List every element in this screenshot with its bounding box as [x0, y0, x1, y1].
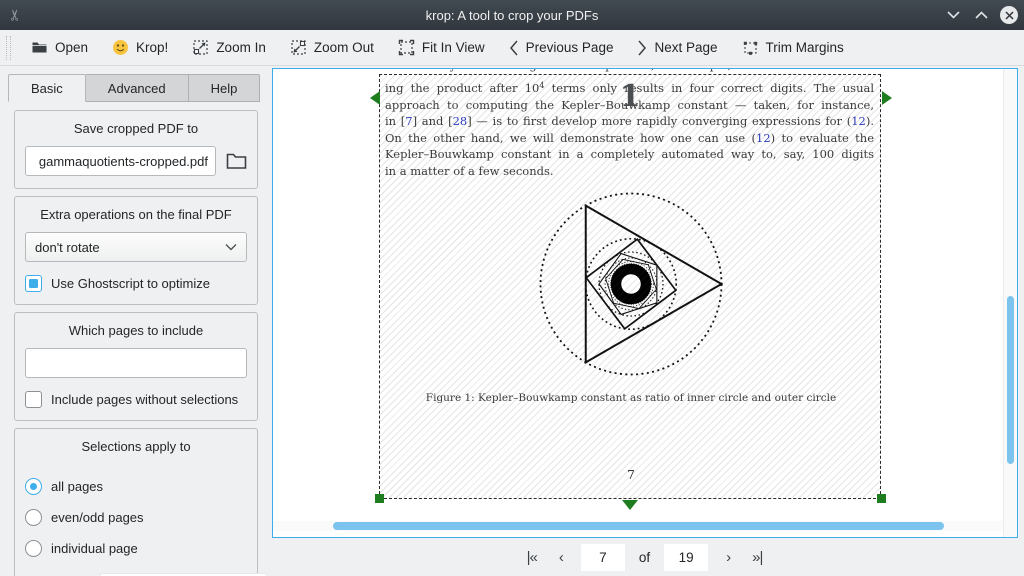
horizontal-scrollbar-thumb[interactable]	[333, 522, 944, 530]
close-button[interactable]	[1000, 6, 1018, 24]
extra-operations-group: Extra operations on the final PDF don't …	[14, 196, 258, 305]
selection-handle-left[interactable]	[370, 91, 380, 105]
pdf-page: sults in very slow convergence of the pr…	[273, 69, 1003, 521]
extra-group-title: Extra operations on the final PDF	[25, 205, 247, 232]
pages-group: Which pages to include Include pages wit…	[14, 312, 258, 421]
page-navigation-bar: |« ‹ of › »|	[265, 538, 1024, 576]
pdf-clipped-line: sults in very slow convergence of the pr…	[385, 69, 874, 73]
pdf-viewer: sults in very slow convergence of the pr…	[272, 68, 1018, 538]
folder-icon	[31, 39, 48, 56]
krop-button[interactable]: Krop!	[100, 33, 180, 63]
radio-even-odd-pages[interactable]: even/odd pages	[25, 509, 247, 526]
pages-include-input[interactable]	[25, 348, 247, 378]
tab-basic[interactable]: Basic	[8, 74, 86, 102]
previous-page-nav-button[interactable]: ‹	[555, 549, 567, 566]
first-page-button[interactable]: |«	[523, 549, 541, 566]
window-titlebar: ✂ krop: A tool to crop your PDFs	[0, 0, 1024, 30]
fit-in-view-icon	[398, 39, 415, 56]
crop-selection[interactable]	[379, 74, 881, 499]
next-page-button[interactable]: Next Page	[625, 33, 729, 63]
zoom-in-button[interactable]: Zoom In	[180, 33, 278, 63]
ghostscript-checkbox-row[interactable]: Use Ghostscript to optimize	[25, 275, 247, 292]
save-group-title: Save cropped PDF to	[25, 119, 247, 146]
horizontal-scrollbar[interactable]	[273, 521, 1003, 531]
ghostscript-checkbox[interactable]	[25, 275, 42, 292]
radio-individual-page[interactable]: individual page	[25, 540, 247, 557]
tab-help[interactable]: Help	[189, 74, 261, 102]
selection-handle-bottom-left[interactable]	[375, 494, 384, 503]
chevron-down-icon	[225, 243, 237, 251]
browse-file-button[interactable]	[226, 152, 247, 170]
total-pages-input[interactable]	[664, 544, 708, 571]
smiley-icon	[112, 39, 129, 56]
save-group: Save cropped PDF to	[14, 110, 258, 189]
folder-icon	[226, 152, 247, 170]
sidebar-tabs: Basic Advanced Help	[8, 74, 260, 102]
chevron-left-icon	[509, 40, 519, 56]
next-page-nav-button[interactable]: ›	[722, 549, 734, 566]
radio-button[interactable]	[25, 509, 42, 526]
current-page-input[interactable]	[581, 544, 625, 571]
settings-sidebar: Basic Advanced Help Save cropped PDF to …	[0, 66, 265, 576]
last-page-button[interactable]: »|	[748, 549, 766, 566]
window-title: krop: A tool to crop your PDFs	[0, 8, 1024, 23]
selections-group: Selections apply to all pages even/odd p…	[14, 428, 258, 576]
radio-button[interactable]	[25, 478, 42, 495]
radio-all-pages[interactable]: all pages	[25, 478, 247, 495]
zoom-out-icon	[290, 39, 307, 56]
save-filename-input[interactable]	[25, 146, 216, 176]
toolbar-drag-handle[interactable]	[6, 36, 11, 60]
fit-in-view-button[interactable]: Fit In View	[386, 33, 497, 63]
tab-advanced[interactable]: Advanced	[86, 74, 189, 102]
open-button[interactable]: Open	[19, 33, 100, 63]
radio-button[interactable]	[25, 540, 42, 557]
zoom-out-button[interactable]: Zoom Out	[278, 33, 386, 63]
include-pages-checkbox[interactable]	[25, 391, 42, 408]
vertical-scrollbar[interactable]	[1003, 69, 1017, 537]
main-toolbar: Open Krop! Zoom In Zoom Out	[0, 30, 1024, 66]
rotate-dropdown[interactable]: don't rotate	[25, 232, 247, 262]
previous-page-button[interactable]: Previous Page	[497, 33, 626, 63]
selection-handle-bottom-right[interactable]	[877, 494, 886, 503]
chevron-right-icon	[637, 40, 647, 56]
pages-group-title: Which pages to include	[25, 321, 247, 348]
minimize-button[interactable]	[944, 6, 962, 24]
include-pages-checkbox-row[interactable]: Include pages without selections	[25, 391, 247, 408]
selections-group-title: Selections apply to	[25, 437, 247, 464]
selection-handle-right[interactable]	[882, 91, 892, 105]
maximize-button[interactable]	[972, 6, 990, 24]
selection-number: 1	[610, 79, 650, 114]
selection-handle-bottom[interactable]	[622, 500, 638, 510]
of-label: of	[639, 550, 650, 565]
zoom-in-icon	[192, 39, 209, 56]
trim-margins-icon	[742, 39, 759, 56]
trim-margins-button[interactable]: Trim Margins	[730, 33, 856, 63]
vertical-scrollbar-thumb[interactable]	[1007, 296, 1014, 464]
